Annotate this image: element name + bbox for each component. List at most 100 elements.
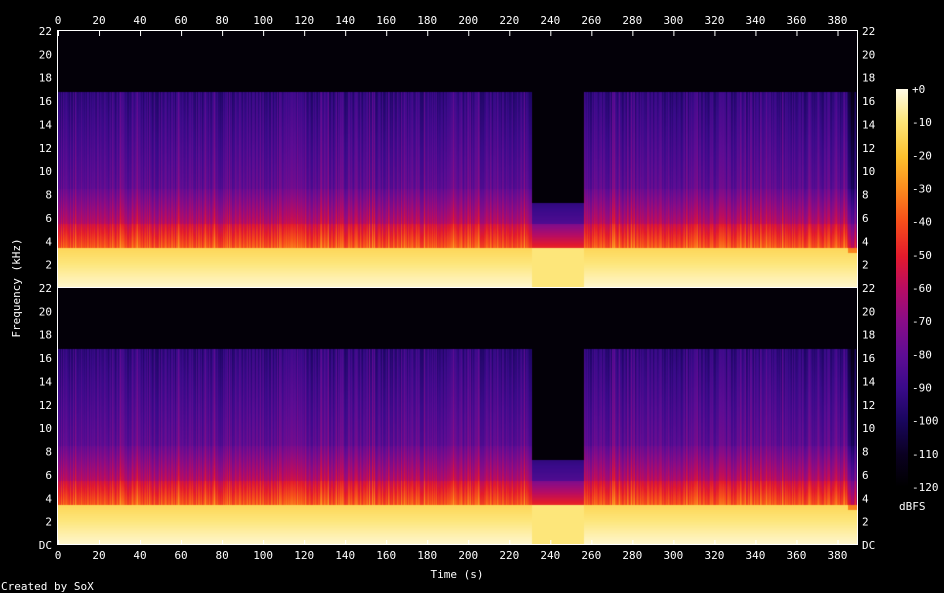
y-tick-label-right: 2 [862,259,869,272]
y-tick-label-left: 18 [39,72,52,85]
y-tick-label-right: 10 [862,165,875,178]
y-tick-label-right: 12 [862,399,875,412]
y-tick-label-left: 12 [39,142,52,155]
y-tick-label-left: 6 [45,212,52,225]
y-tick-label-left: 6 [45,469,52,482]
x-tick-label-bottom: 80 [215,549,228,562]
footer-credit: Created by SoX [1,580,94,593]
y-tick-label-left: 16 [39,95,52,108]
y-axis-label: Frequency (kHz) [10,238,23,337]
y-tick-label-right: 10 [862,422,875,435]
y-tick-label-right: 20 [862,305,875,318]
colorbar-label: dBFS [899,500,926,513]
y-tick-label-right: 4 [862,235,869,248]
x-tick-label-top: 340 [745,14,765,27]
y-tick-label-left: 22 [39,25,52,38]
x-tick-label-bottom: 0 [55,549,62,562]
x-tick-label-bottom: 340 [745,549,765,562]
spectrogram-chart: 0 20 40 60 80 100 120 140 160 180 200 220 240 260 280 3… [1,14,939,593]
y-tick-label-right: 18 [862,72,875,85]
y-tick-label-right: DC [862,539,875,552]
x-tick-label-bottom: 180 [417,549,437,562]
x-tick-label-bottom: 280 [622,549,642,562]
x-tick-label-top: 220 [499,14,519,27]
x-tick-label-top: 360 [787,14,807,27]
y-tick-label-right: 6 [862,469,869,482]
y-tick-label-right: 4 [862,492,869,505]
colorbar-tick-label: -100 [912,415,939,428]
colorbar-tick-label: +0 [912,83,925,96]
y-tick-label-left: 8 [45,189,52,202]
y-tick-label-right: 22 [862,25,875,38]
x-tick-label-top: 300 [663,14,683,27]
y-tick-label-right: 14 [862,118,876,131]
x-tick-label-top: 40 [133,14,146,27]
x-tick-label-bottom: 20 [92,549,105,562]
y-tick-label-right: 6 [862,212,869,225]
y-tick-label-left: 16 [39,352,52,365]
y-tick-label-left: 2 [45,259,52,272]
x-tick-label-bottom: 380 [828,549,848,562]
y-tick-label-left: 22 [39,282,52,295]
x-tick-label-top: 100 [253,14,273,27]
x-tick-label-top: 320 [704,14,724,27]
colorbar-tick-label: -110 [912,448,939,461]
x-tick-label-bottom: 220 [499,549,519,562]
y-tick-label-left: 20 [39,48,52,61]
x-tick-label-bottom: 160 [376,549,396,562]
x-tick-label-bottom: 100 [253,549,273,562]
colorbar-tick-label: -30 [912,183,932,196]
y-tick-label-right: 14 [862,375,876,388]
y-tick-label-right: 18 [862,329,875,342]
y-tick-label-left: 4 [45,235,52,248]
colorbar-tick-label: -60 [912,282,932,295]
x-tick-label-top: 60 [174,14,187,27]
y-tick-label-right: 22 [862,282,875,295]
colorbar-tick-label: -20 [912,149,932,162]
colorbar-tick-label: -50 [912,249,932,262]
y-tick-label-left: 10 [39,165,52,178]
x-tick-label-bottom: 320 [704,549,724,562]
colorbar-tick-label: -10 [912,116,932,129]
x-tick-label-top: 380 [828,14,848,27]
y-tick-label-left: 2 [45,516,52,529]
x-tick-label-top: 240 [540,14,560,27]
x-tick-label-bottom: 120 [294,549,314,562]
y-tick-label-right: 16 [862,95,875,108]
x-tick-label-top: 20 [92,14,105,27]
y-tick-label-left: 14 [39,118,53,131]
x-tick-label-top: 120 [294,14,314,27]
y-tick-label-left: 18 [39,329,52,342]
x-tick-label-bottom: 40 [133,549,146,562]
y-tick-label-left: 4 [45,492,52,505]
y-tick-label-left: 8 [45,446,52,459]
x-tick-label-top: 140 [335,14,355,27]
x-tick-label-top: 200 [458,14,478,27]
colorbar-tick-label: -70 [912,315,932,328]
x-tick-label-bottom: 260 [581,549,601,562]
x-tick-label-bottom: 200 [458,549,478,562]
x-tick-label-top: 80 [215,14,228,27]
y-tick-label-left: 20 [39,305,52,318]
y-tick-label-right: 2 [862,516,869,529]
y-tick-label-left: 12 [39,399,52,412]
y-tick-label-right: 16 [862,352,875,365]
x-tick-label-bottom: 240 [540,549,560,562]
x-tick-label-bottom: 140 [335,549,355,562]
colorbar-tick-label: -40 [912,216,932,229]
x-tick-label-top: 280 [622,14,642,27]
x-tick-label-bottom: 300 [663,549,683,562]
x-tick-label-bottom: 360 [787,549,807,562]
x-tick-label-top: 180 [417,14,437,27]
colorbar [896,89,908,487]
y-tick-label-left: 10 [39,422,52,435]
colorbar-tick-label: -80 [912,348,932,361]
y-tick-label-right: 8 [862,189,869,202]
colorbar-tick-label: -90 [912,382,932,395]
spectrogram-channel-1 [58,31,858,288]
x-tick-label-bottom: 60 [174,549,187,562]
y-tick-label-right: 20 [862,48,875,61]
x-tick-label-top: 260 [581,14,601,27]
x-axis-label: Time (s) [431,568,484,581]
colorbar-ticks: +0 -10 -20 -30 -40 -50 -60 -70 -80 -90 -100 -110 -12… [912,83,939,494]
